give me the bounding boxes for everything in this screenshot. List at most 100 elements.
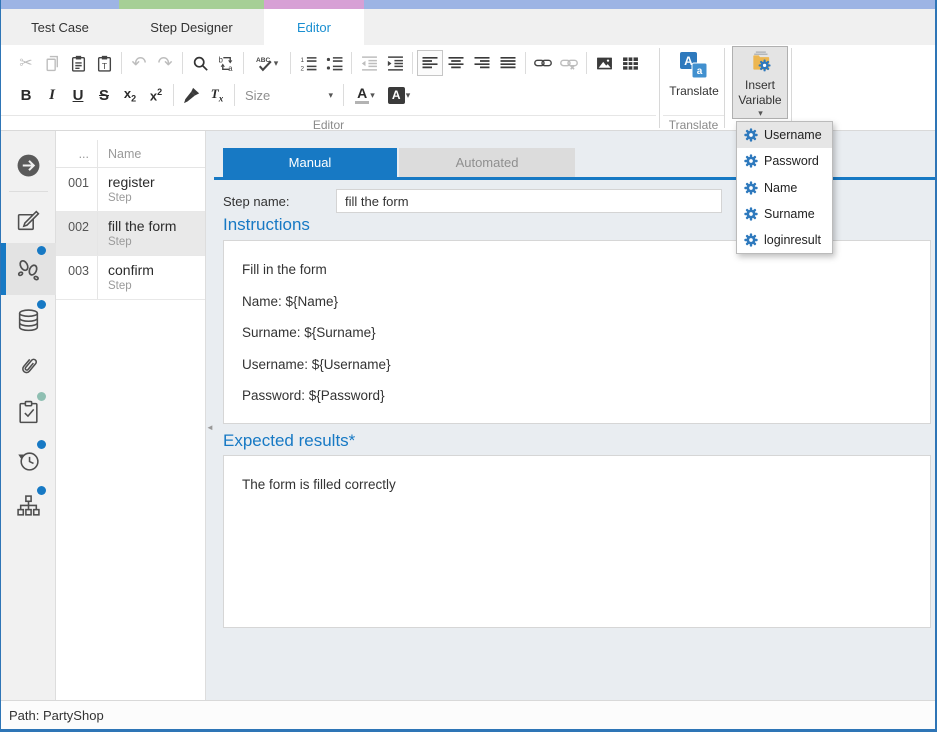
unlink-icon xyxy=(560,54,578,72)
expected-results-editor[interactable]: The form is filled correctly xyxy=(223,455,931,628)
toolbar-separator xyxy=(525,52,526,74)
numbered-list-icon: 12 xyxy=(300,55,317,72)
step-row-fill-the-form[interactable]: 002 fill the formStep xyxy=(56,212,205,256)
step-type: Step xyxy=(108,280,154,292)
sidebar-item-steps[interactable] xyxy=(1,243,56,295)
insert-image-button[interactable] xyxy=(591,50,617,76)
translate-button[interactable]: A a Translate xyxy=(665,51,723,99)
instructions-editor[interactable]: Fill in the form Name: ${Name} Surname: … xyxy=(223,240,931,424)
bullet-list-button[interactable] xyxy=(321,50,347,76)
align-right-button[interactable] xyxy=(469,50,495,76)
background-color-button[interactable]: A ▾ xyxy=(382,82,416,108)
insert-variable-dropdown: Username Password Name Surname loginresu… xyxy=(736,121,833,254)
sidebar-item-attachments[interactable] xyxy=(1,343,56,389)
insert-variable-button[interactable]: InsertVariable ▾ xyxy=(732,46,788,119)
underline-button[interactable]: U xyxy=(65,82,91,108)
align-left-icon xyxy=(422,55,438,71)
panel-splitter[interactable]: ◄ xyxy=(206,131,214,700)
remove-format-button[interactable]: Tx xyxy=(204,82,230,108)
subscript-icon: x2 xyxy=(124,87,136,104)
ribbon-group-label-translate: Translate xyxy=(663,115,724,132)
replace-button[interactable]: ba xyxy=(213,50,239,76)
unlink-button[interactable] xyxy=(556,50,582,76)
decrease-indent-button[interactable] xyxy=(356,50,382,76)
edit-icon xyxy=(16,209,41,234)
link-button[interactable] xyxy=(530,50,556,76)
tab-step-designer[interactable]: Step Designer xyxy=(119,9,264,45)
step-number: 001 xyxy=(56,168,98,211)
sidebar-item-edit[interactable] xyxy=(1,199,56,243)
align-center-button[interactable] xyxy=(443,50,469,76)
status-path: Path: PartyShop xyxy=(9,708,104,723)
badge-dot-blue xyxy=(37,246,46,255)
redo-button[interactable]: ↷ xyxy=(152,50,178,76)
expected-line: The form is filled correctly xyxy=(242,477,912,492)
superscript-button[interactable]: x2 xyxy=(143,82,169,108)
tab-manual[interactable]: Manual xyxy=(223,148,397,177)
dropdown-item-name[interactable]: Name xyxy=(737,175,832,201)
spellcheck-button[interactable]: ABC ▾ xyxy=(248,50,286,76)
sidebar-item-hierarchy[interactable] xyxy=(1,483,56,529)
toolbar-separator xyxy=(412,52,413,74)
text-color-icon: A xyxy=(355,86,369,105)
text-color-button[interactable]: A ▾ xyxy=(348,82,382,108)
left-icon-sidebar xyxy=(1,131,56,700)
strikethrough-button[interactable]: S xyxy=(91,82,117,108)
align-center-icon xyxy=(448,55,464,71)
sidebar-item-history[interactable] xyxy=(1,437,56,483)
column-header-name[interactable]: Name xyxy=(98,140,141,167)
increase-indent-button[interactable] xyxy=(382,50,408,76)
footsteps-icon xyxy=(15,256,42,283)
bold-button[interactable]: B xyxy=(13,82,39,108)
undo-button[interactable]: ↶ xyxy=(126,50,152,76)
dropdown-item-loginresult[interactable]: loginresult xyxy=(737,227,832,253)
numbered-list-button[interactable]: 12 xyxy=(295,50,321,76)
step-name: register xyxy=(108,174,155,190)
justify-button[interactable] xyxy=(495,50,521,76)
steps-table-header: ... Name xyxy=(56,140,205,168)
tab-editor[interactable]: Editor xyxy=(264,9,364,45)
sidebar-item-data[interactable] xyxy=(1,297,56,343)
dropdown-item-username[interactable]: Username xyxy=(737,122,832,148)
italic-button[interactable]: I xyxy=(39,82,65,108)
copy-button[interactable] xyxy=(39,50,65,76)
decrease-indent-icon xyxy=(361,55,378,72)
paste-button[interactable] xyxy=(65,50,91,76)
underline-icon: U xyxy=(73,88,84,103)
instruction-line: Surname: ${Surname} xyxy=(242,325,912,340)
step-row-confirm[interactable]: 003 confirmStep xyxy=(56,256,205,300)
tab-test-case[interactable]: Test Case xyxy=(1,9,119,45)
ribbon-row-formatting-1: ✂ T ↶ ↷ ba ABC ▾ xyxy=(13,50,643,76)
align-right-icon xyxy=(474,55,490,71)
tab-automated[interactable]: Automated xyxy=(399,148,575,177)
svg-text:T: T xyxy=(101,60,106,70)
font-size-dropdown[interactable]: Size ▾ xyxy=(239,83,339,107)
search-button[interactable] xyxy=(187,50,213,76)
cut-button[interactable]: ✂ xyxy=(13,50,39,76)
toolbar-separator xyxy=(586,52,587,74)
dropdown-item-surname[interactable]: Surname xyxy=(737,201,832,227)
toolbar-separator xyxy=(243,52,244,74)
search-icon xyxy=(192,55,209,72)
dropdown-item-password[interactable]: Password xyxy=(737,148,832,174)
svg-text:1: 1 xyxy=(300,56,304,63)
toolbar-separator xyxy=(121,52,122,74)
column-header-menu[interactable]: ... xyxy=(56,140,98,167)
image-icon xyxy=(596,55,613,72)
paste-text-button[interactable]: T xyxy=(91,50,117,76)
step-row-register[interactable]: 001 registerStep xyxy=(56,168,205,212)
status-bar: Path: PartyShop xyxy=(1,700,935,729)
cut-icon: ✂ xyxy=(19,53,32,73)
strip-segment-blue-right xyxy=(364,0,935,9)
step-name-input[interactable] xyxy=(336,189,722,213)
sidebar-item-checklist[interactable] xyxy=(1,389,56,435)
insert-table-button[interactable] xyxy=(617,50,643,76)
variable-gear-icon xyxy=(744,207,758,221)
toolbar-separator xyxy=(234,84,235,106)
translate-button-label: Translate xyxy=(669,84,719,99)
subscript-button[interactable]: x2 xyxy=(117,82,143,108)
collapse-arrow-icon[interactable]: ◄ xyxy=(206,423,214,432)
format-painter-button[interactable] xyxy=(178,82,204,108)
align-left-button[interactable] xyxy=(417,50,443,76)
sidebar-item-collapse[interactable] xyxy=(1,145,56,185)
